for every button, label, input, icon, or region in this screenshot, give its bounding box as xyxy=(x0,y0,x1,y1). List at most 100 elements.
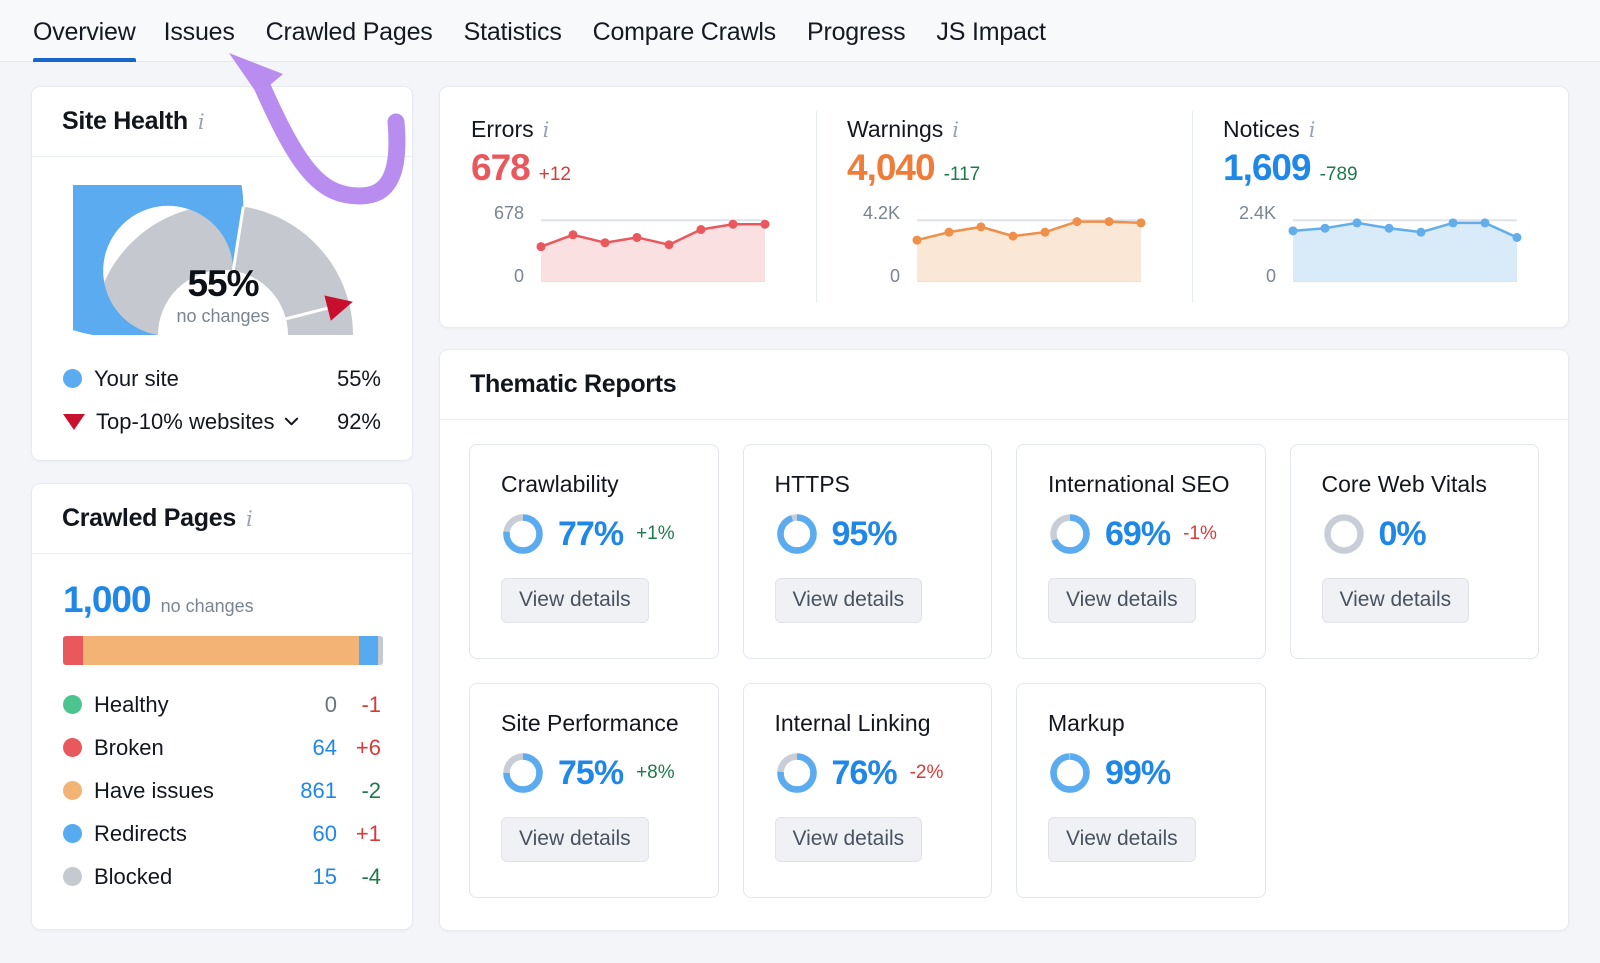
thematic-card-title: International SEO xyxy=(1048,471,1265,498)
sparkline-axis: 6780 xyxy=(471,203,533,279)
thematic-card-score: 0% xyxy=(1322,512,1539,556)
thematic-card-score: 75%+8% xyxy=(501,751,718,795)
crawled-pages-legend-change: +1 xyxy=(337,821,381,847)
thematic-card-score: 95% xyxy=(775,512,992,556)
legend-dot-icon xyxy=(63,867,82,886)
crawled-pages-delta: no changes xyxy=(161,596,254,617)
crawled-pages-card: Crawled Pages i 1,000 no changes Healthy… xyxy=(31,483,413,930)
sparkline-axis-min: 0 xyxy=(514,266,524,287)
sparkline-axis-max: 2.4K xyxy=(1239,203,1276,224)
info-icon[interactable]: i xyxy=(543,118,550,141)
crawled-pages-legend-change: -1 xyxy=(337,692,381,718)
thematic-card-site-performance[interactable]: Site Performance 75%+8% View details xyxy=(469,683,719,898)
progress-ring-icon xyxy=(1048,512,1092,556)
view-details-button[interactable]: View details xyxy=(775,817,923,862)
crawled-pages-legend-label: Broken xyxy=(94,735,164,761)
tab-crawled-pages[interactable]: Crawled Pages xyxy=(266,20,464,62)
sparkline-axis-max: 4.2K xyxy=(863,203,900,224)
thematic-card-international-seo[interactable]: International SEO 69% -1% View details xyxy=(1016,444,1266,659)
progress-ring-icon xyxy=(501,751,545,795)
bar-segment-have-issues xyxy=(83,636,359,665)
crawled-pages-legend-count: 60 xyxy=(313,821,337,847)
metric-sparkline: 4.2K0 xyxy=(847,203,1192,289)
thematic-card-percent: 69% xyxy=(1105,515,1170,554)
info-icon[interactable]: i xyxy=(198,110,205,133)
crawled-pages-legend-row[interactable]: Have issues861-2 xyxy=(63,769,381,812)
tab-list: OverviewIssuesCrawled PagesStatisticsCom… xyxy=(0,0,1600,62)
thematic-card-delta: -2% xyxy=(910,762,944,784)
metric-value: 4,040 xyxy=(847,147,935,189)
thematic-card-score: 99% xyxy=(1048,751,1265,795)
site-health-score: 55% xyxy=(32,263,414,305)
tab-statistics[interactable]: Statistics xyxy=(464,20,593,62)
bar-segment-redirects xyxy=(359,636,378,665)
crawled-pages-total: 1,000 no changes xyxy=(63,579,381,621)
sparkline-axis: 4.2K0 xyxy=(847,203,909,279)
chevron-down-icon[interactable] xyxy=(284,414,299,429)
crawled-pages-header: Crawled Pages i xyxy=(32,484,412,554)
site-health-title: Site Health xyxy=(62,107,188,136)
metric-label: Errors xyxy=(471,116,534,143)
crawled-pages-legend-row[interactable]: Blocked15-4 xyxy=(63,855,381,898)
legend-dot-icon xyxy=(63,824,82,843)
metric-change: -789 xyxy=(1320,164,1358,186)
tab-progress[interactable]: Progress xyxy=(807,20,936,62)
tab-overview[interactable]: Overview xyxy=(33,20,164,62)
metrics-list: Errorsi678+126780Warningsi4,040-1174.2K0… xyxy=(440,87,1568,327)
tab-js-impact[interactable]: JS Impact xyxy=(936,20,1076,62)
metric-header: Errorsi xyxy=(471,116,816,143)
thematic-card-title: Markup xyxy=(1048,710,1265,737)
info-icon[interactable]: i xyxy=(1309,118,1316,141)
view-details-button[interactable]: View details xyxy=(501,817,649,862)
thematic-card-delta: +1% xyxy=(636,523,675,545)
crawled-pages-legend-row[interactable]: Broken64+6 xyxy=(63,726,381,769)
site-health-legend-row[interactable]: Top-10% websites92% xyxy=(63,400,381,443)
thematic-card-percent: 77% xyxy=(558,515,623,554)
view-details-button[interactable]: View details xyxy=(775,578,923,623)
sparkline-svg xyxy=(1285,203,1525,289)
view-details-button[interactable]: View details xyxy=(501,578,649,623)
thematic-card-title: Site Performance xyxy=(501,710,718,737)
thematic-reports-title: Thematic Reports xyxy=(470,370,676,399)
thematic-card-crawlability[interactable]: Crawlability77%+1%View details xyxy=(469,444,719,659)
thematic-card-internal-linking[interactable]: Internal Linking76%-2%View details xyxy=(743,683,993,898)
bar-segment-broken xyxy=(63,636,83,665)
progress-ring-icon xyxy=(775,512,819,556)
crawled-pages-legend-label: Healthy xyxy=(94,692,169,718)
thematic-card-title: HTTPS xyxy=(775,471,992,498)
thematic-card-markup[interactable]: Markup 99% View details xyxy=(1016,683,1266,898)
thematic-card-https[interactable]: HTTPS 95% View details xyxy=(743,444,993,659)
site-health-legend: Your site55%Top-10% websites92% xyxy=(32,335,412,443)
site-health-legend-label: Top-10% websites xyxy=(96,409,275,435)
thematic-card-core-web-vitals[interactable]: Core Web Vitals0%View details xyxy=(1290,444,1540,659)
crawled-pages-legend-row[interactable]: Redirects 60+1 xyxy=(63,812,381,855)
metric-sparkline: 2.4K0 xyxy=(1223,203,1568,289)
view-details-button[interactable]: View details xyxy=(1048,578,1196,623)
thematic-reports-card: Thematic Reports Crawlability77%+1%View … xyxy=(439,349,1569,931)
metric-value-row: 1,609-789 xyxy=(1223,147,1568,189)
thematic-card-delta: +8% xyxy=(636,762,675,784)
progress-ring-icon xyxy=(1048,751,1092,795)
site-health-legend-row: Your site55% xyxy=(63,357,381,400)
crawled-pages-stacked-bar xyxy=(63,636,383,665)
progress-ring-icon xyxy=(775,751,819,795)
site-health-gauge: 55% no changes xyxy=(32,185,414,335)
view-details-button[interactable]: View details xyxy=(1322,578,1470,623)
metric-value: 678 xyxy=(471,147,530,189)
site-health-card: Site Health i 55% no changes Your site55… xyxy=(31,86,413,461)
crawled-pages-legend-row[interactable]: Healthy0-1 xyxy=(63,683,381,726)
crawled-pages-count: 1,000 xyxy=(63,579,151,621)
tab-issues[interactable]: Issues xyxy=(164,20,266,62)
site-health-legend-value: 55% xyxy=(337,366,381,392)
info-icon[interactable]: i xyxy=(952,118,959,141)
thematic-card-delta: -1% xyxy=(1183,523,1217,545)
view-details-button[interactable]: View details xyxy=(1048,817,1196,862)
crawled-pages-legend-label: Redirects xyxy=(94,821,187,847)
info-icon[interactable]: i xyxy=(246,507,253,530)
site-health-change: no changes xyxy=(32,306,414,327)
sparkline-axis-max: 678 xyxy=(494,203,524,224)
metric-sparkline: 678 0 xyxy=(471,203,816,289)
legend-dot-icon xyxy=(63,738,82,757)
tab-compare-crawls[interactable]: Compare Crawls xyxy=(593,20,807,62)
metric-value-row: 4,040-117 xyxy=(847,147,1192,189)
